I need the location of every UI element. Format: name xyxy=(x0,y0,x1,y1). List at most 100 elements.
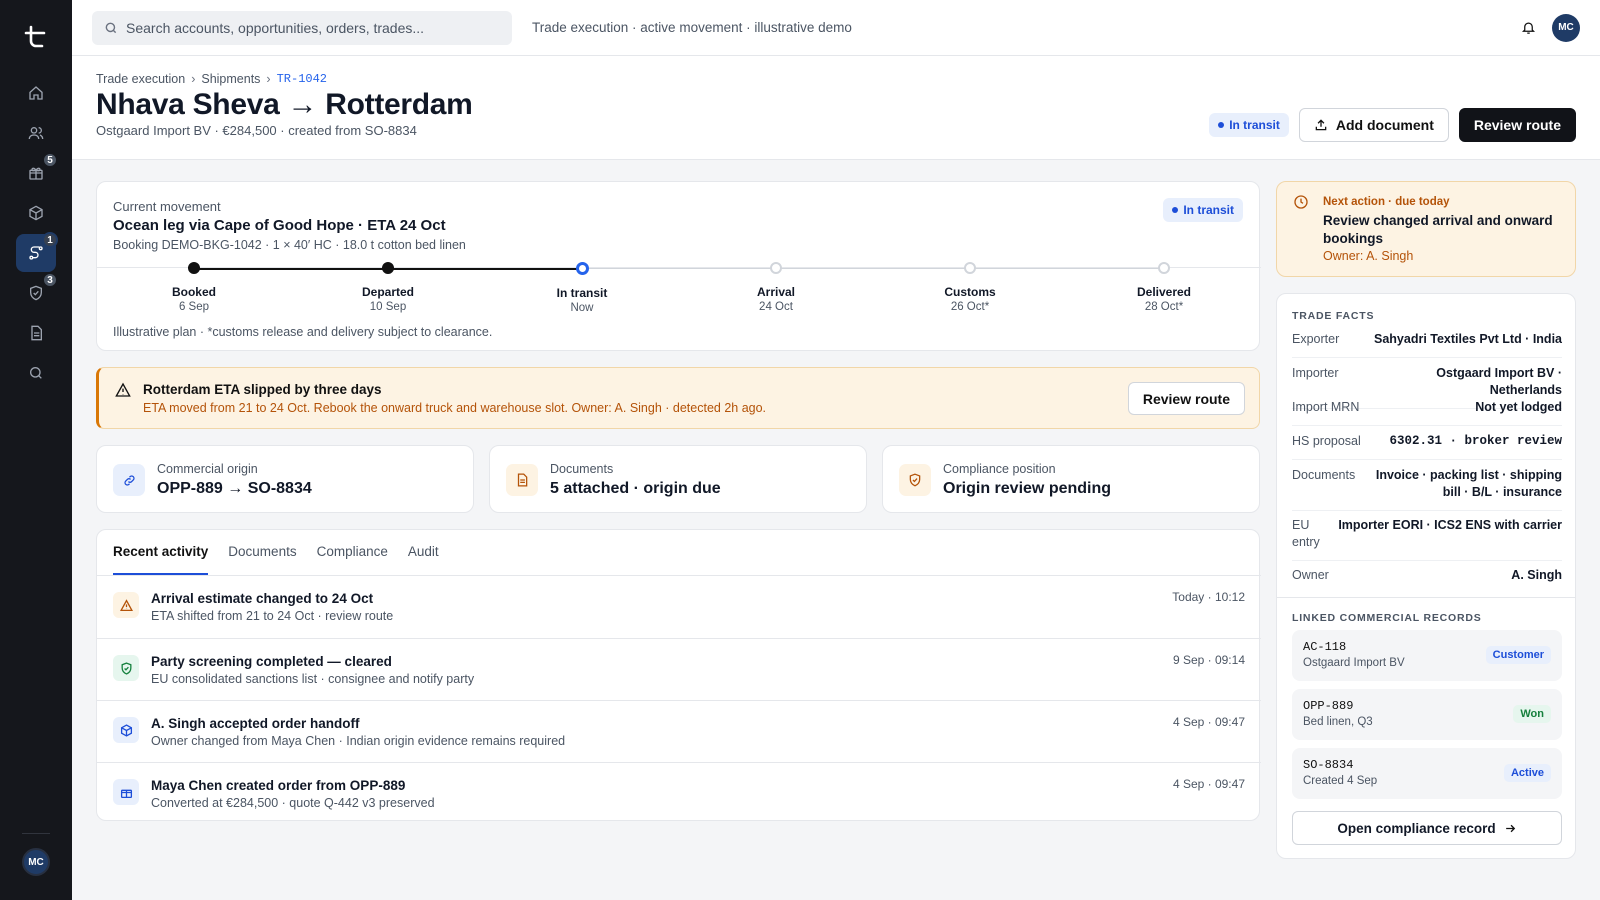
chevron-right-icon: › xyxy=(266,72,271,86)
fact-row: Documents Invoice · packing list · shipp… xyxy=(1292,458,1562,511)
sidebar-item-trade[interactable]: 1 xyxy=(16,232,58,272)
movement-status-label: In transit xyxy=(1183,203,1234,217)
tab-documents[interactable]: Documents xyxy=(228,530,296,575)
activity-subtitle: Owner changed from Maya Chen · Indian or… xyxy=(151,734,566,748)
topbar-context: Trade execution · active movement · illu… xyxy=(532,20,852,35)
step-date: 28 Oct* xyxy=(1144,301,1184,313)
stat-value: Origin review pending xyxy=(943,480,1112,497)
step-date: 10 Sep xyxy=(369,301,407,313)
shield-check-icon xyxy=(121,661,131,675)
fact-key: Import MRN xyxy=(1292,400,1360,414)
sidebar-item-accounts[interactable] xyxy=(16,114,56,152)
activity-row[interactable]: A. Singh accepted order handoff Owner ch… xyxy=(97,700,1261,762)
breadcrumb-shipments[interactable]: Shipments xyxy=(201,72,260,86)
step-node xyxy=(575,262,589,275)
step-name: Booked xyxy=(171,285,216,299)
gift-icon xyxy=(120,789,132,798)
sidebar-item-orders[interactable]: 5 xyxy=(16,152,58,192)
commercial-origin-card[interactable]: Commercial origin OPP-889 → SO-8834 xyxy=(96,445,474,513)
fact-key: EU entry xyxy=(1292,518,1320,549)
step-date: 26 Oct* xyxy=(950,301,990,313)
review-route-button[interactable]: Review route xyxy=(1458,108,1576,142)
activity-tabs: Recent activity Documents Compliance Aud… xyxy=(113,530,439,575)
sidebar-item-home[interactable] xyxy=(16,74,56,112)
step-name: Arrival xyxy=(756,285,796,299)
sidebar-item-documents[interactable] xyxy=(16,314,56,352)
documents-card[interactable]: Documents 5 attached · origin due xyxy=(489,445,867,513)
sidebar-item-search[interactable] xyxy=(16,354,56,392)
sidebar-footer: MC xyxy=(0,833,72,876)
fact-row: Exporter Sahyadri Textiles Pvt Ltd · Ind… xyxy=(1292,322,1562,358)
activity-title: Arrival estimate changed to 24 Oct xyxy=(151,591,374,606)
fact-value: Sahyadri Textiles Pvt Ltd · India xyxy=(1373,332,1562,346)
step-date: 6 Sep xyxy=(178,301,210,313)
activity-row[interactable]: Maya Chen created order from OPP-889 Con… xyxy=(97,762,1261,824)
upload-icon xyxy=(1315,119,1327,131)
alert-text: ETA moved from 21 to 24 Oct. Rebook the … xyxy=(143,401,767,415)
compliance-position-card[interactable]: Compliance position Origin review pendin… xyxy=(882,445,1260,513)
record-name: Ostgaard Import BV xyxy=(1303,657,1405,669)
sidebar: 5 1 3 MC xyxy=(0,0,72,900)
linked-record[interactable]: SO-8834 Created 4 Sep Active xyxy=(1292,748,1562,799)
fact-value: Importer EORI · ICS2 ENS with carrier xyxy=(1338,518,1562,532)
alert-review-route-button[interactable]: Review route xyxy=(1127,382,1245,415)
topbar: Trade execution · active movement · illu… xyxy=(72,0,1600,56)
gift-icon xyxy=(29,167,43,180)
stat-value: 5 attached · origin due xyxy=(550,480,721,497)
next-action-card[interactable]: Next action · due today Review changed a… xyxy=(1276,181,1576,277)
users-icon xyxy=(28,127,44,140)
activity-subtitle: EU consolidated sanctions list · consign… xyxy=(151,672,475,686)
activity-icon-wrap xyxy=(113,717,139,743)
fact-row: EU entry Importer EORI · ICS2 ENS with c… xyxy=(1292,508,1562,561)
record-name: Bed linen, Q3 xyxy=(1303,716,1373,728)
fact-value: A. Singh xyxy=(1511,568,1562,582)
tab-compliance[interactable]: Compliance xyxy=(317,530,388,575)
trade-facts-heading: TRADE FACTS xyxy=(1292,310,1375,322)
tab-audit[interactable]: Audit xyxy=(408,530,439,575)
search-input[interactable] xyxy=(126,19,486,36)
movement-footnote: Illustrative plan · *customs release and… xyxy=(113,325,493,339)
fact-key: Exporter xyxy=(1292,332,1340,346)
sidebar-avatar[interactable]: MC xyxy=(22,848,50,876)
box-icon xyxy=(29,205,43,221)
open-compliance-record-button[interactable]: Open compliance record xyxy=(1292,811,1562,845)
stat-label: Compliance position xyxy=(943,462,1056,476)
tab-recent-activity[interactable]: Recent activity xyxy=(113,530,209,575)
linked-record[interactable]: AC-118 Ostgaard Import BV Customer xyxy=(1292,630,1562,681)
current-movement-card: Current movement Ocean leg via Cape of G… xyxy=(96,181,1261,351)
global-search[interactable] xyxy=(92,10,512,45)
open-compliance-record-label: Open compliance record xyxy=(1337,820,1496,836)
shield-check-icon xyxy=(30,285,42,301)
app-logo[interactable] xyxy=(23,24,49,50)
breadcrumb-current: TR-1042 xyxy=(276,72,328,86)
search-icon xyxy=(105,22,117,33)
user-avatar[interactable]: MC xyxy=(1552,13,1580,42)
movement-tracker: Booked 6 Sep Departed 10 Sep In transit … xyxy=(97,262,1261,322)
step-date: 24 Oct xyxy=(759,301,793,313)
breadcrumb-trade-execution[interactable]: Trade execution xyxy=(96,72,185,86)
activity-row[interactable]: Arrival estimate changed to 24 Oct ETA s… xyxy=(97,576,1261,638)
next-action-label: Next action · due today xyxy=(1323,196,1450,208)
step-node xyxy=(1158,262,1170,274)
step-node xyxy=(964,262,976,274)
activity-row[interactable]: Party screening completed — cleared EU c… xyxy=(97,638,1261,700)
facts-divider xyxy=(1277,597,1575,598)
sidebar-item-compliance[interactable]: 3 xyxy=(16,272,58,312)
bell-icon xyxy=(1521,22,1535,34)
notifications-button[interactable] xyxy=(1514,14,1542,42)
fact-key: Documents xyxy=(1292,468,1356,482)
status-dot xyxy=(1172,207,1179,213)
add-document-button[interactable]: Add document xyxy=(1298,108,1449,142)
fact-value: 6302.31 · broker review xyxy=(1389,434,1562,448)
activity-title: A. Singh accepted order handoff xyxy=(151,716,360,731)
step-booked: Booked 6 Sep xyxy=(134,262,254,313)
trade-count-badge: 1 xyxy=(42,232,58,248)
fact-key: HS proposal xyxy=(1292,434,1361,448)
sidebar-item-products[interactable] xyxy=(16,194,56,232)
linked-record[interactable]: OPP-889 Bed linen, Q3 Won xyxy=(1292,689,1562,740)
stat-icon-wrap xyxy=(113,464,145,496)
arrow-right-icon xyxy=(1505,824,1515,832)
movement-label: Current movement xyxy=(113,199,221,214)
movement-title: Ocean leg via Cape of Good Hope · ETA 24… xyxy=(113,217,446,234)
stat-label: Commercial origin xyxy=(157,462,258,476)
